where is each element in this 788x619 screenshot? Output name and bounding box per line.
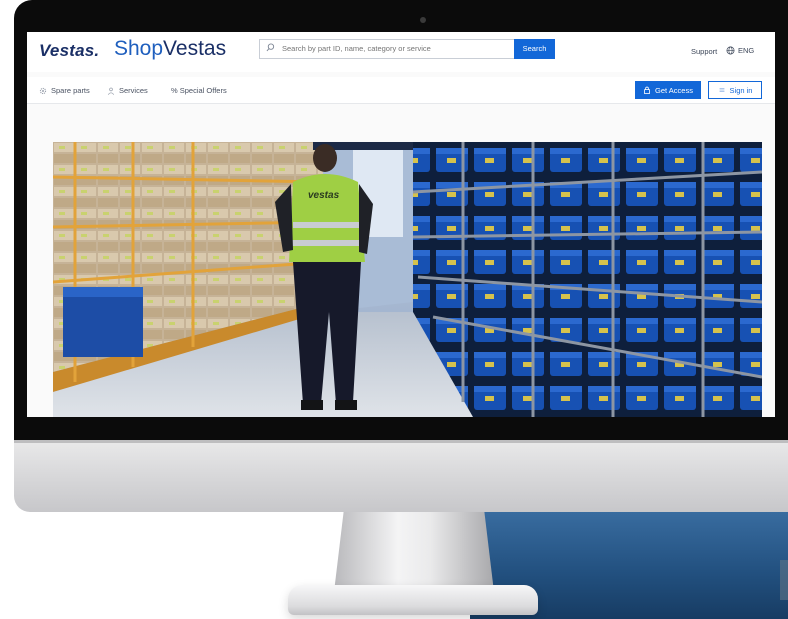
menu-icon [719,88,724,92]
nav-label: Spare parts [51,86,90,95]
sign-in-button[interactable]: Sign in [708,81,762,99]
sign-in-label: Sign in [729,85,753,95]
search-button[interactable]: Search [514,39,555,59]
language-label: ENG [738,46,755,55]
hero-image: vestas [53,142,762,417]
brand-prefix: Shop [114,37,164,60]
nav-spare-parts[interactable]: Spare parts [39,86,90,95]
background-shore [780,560,788,600]
search-input[interactable] [282,40,522,58]
site-header: Vestas. ShopVestas Search Support ENG [27,32,775,72]
shopvestas-brand[interactable]: ShopVestas [114,37,226,61]
search-icon [266,43,275,52]
language-selector[interactable]: ENG [726,46,754,55]
gear-icon [39,87,47,94]
brand-suffix: Vestas [163,37,227,60]
nav-label: % Special Offers [171,86,227,95]
camera-icon [420,17,426,23]
get-access-label: Get Access [655,85,693,95]
lock-icon [644,86,650,94]
monitor-stand-base [288,585,538,615]
nav-label: Services [119,86,148,95]
get-access-button[interactable]: Get Access [635,81,701,99]
screen: Vestas. ShopVestas Search Support ENG [27,32,775,417]
monitor-stand [334,512,494,592]
nav-services[interactable]: Services [107,86,148,95]
person-icon [107,87,115,95]
nav-special-offers[interactable]: % Special Offers [171,86,227,95]
vest-logo-text: vestas [308,190,340,201]
support-link[interactable]: Support [691,47,717,56]
globe-icon [726,46,735,55]
vestas-logo[interactable]: Vestas. [39,41,99,61]
main-nav: Spare parts Services % Special Offers Ge… [27,77,775,104]
search-box [259,39,555,59]
logo-text: Vestas [39,41,95,60]
monitor-chin [14,440,788,512]
chin-divider [14,440,788,443]
